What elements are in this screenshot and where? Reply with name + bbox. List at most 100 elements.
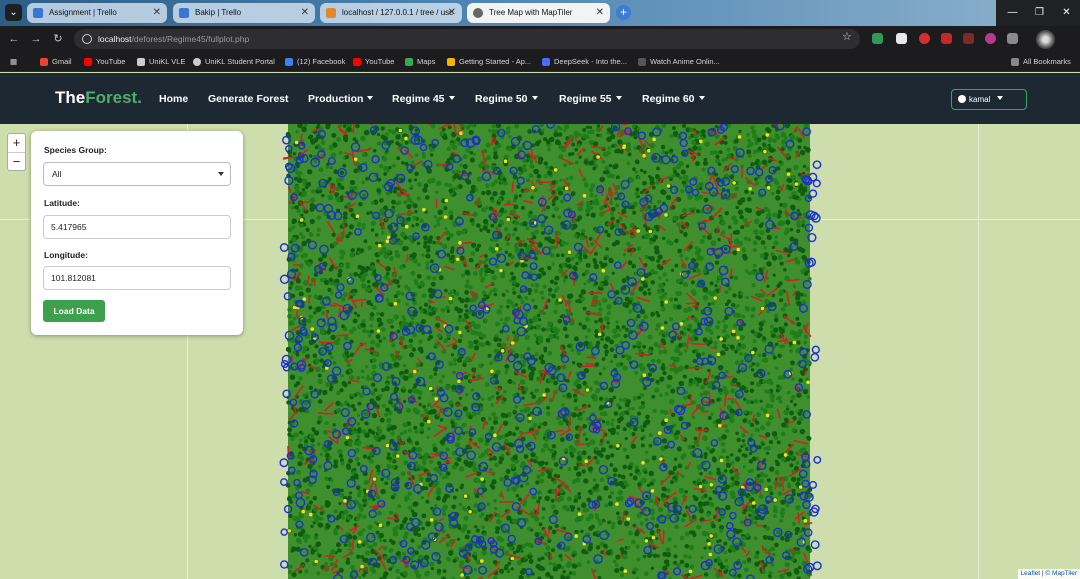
tree-marker — [468, 129, 474, 135]
tree-marker — [421, 293, 427, 299]
site-info-icon[interactable] — [82, 34, 92, 44]
nav-regime-60[interactable]: Regime 60 — [642, 93, 705, 105]
extension-icon[interactable] — [941, 33, 952, 44]
tree-marker — [719, 216, 724, 221]
tree-marker — [388, 567, 393, 571]
tree-marker — [696, 184, 701, 189]
url-bar[interactable]: localhost/deforest/Regime45/fullplot.php — [74, 29, 860, 49]
tree-marker — [571, 563, 578, 569]
bookmark-maps[interactable]: Maps — [405, 52, 435, 72]
tree-marker — [612, 334, 617, 339]
puzzle-icon[interactable] — [1007, 33, 1018, 44]
tree-marker — [311, 428, 316, 432]
tree-marker — [610, 422, 614, 427]
bookmark-getting-started[interactable]: Getting Started - Ap... — [447, 52, 531, 72]
tree-marker — [392, 189, 398, 194]
tree-marker — [456, 169, 461, 175]
tree-marker — [301, 188, 306, 192]
tree-marker — [750, 314, 755, 319]
browser-tab-tree-map[interactable]: Tree Map with MapTiler ✕ — [467, 3, 610, 23]
tree-marker — [483, 272, 488, 277]
tree-marker — [431, 392, 436, 397]
tree-marker — [642, 291, 648, 296]
close-icon[interactable]: ✕ — [448, 3, 456, 23]
tree-marker — [696, 145, 702, 152]
new-tab-button[interactable]: + — [616, 5, 631, 20]
pen-icon[interactable] — [896, 33, 907, 44]
forward-arrow-icon[interactable]: → — [28, 31, 44, 47]
tree-marker — [803, 340, 808, 345]
tree-marker — [603, 262, 608, 267]
bookmark-youtube-2[interactable]: YouTube — [353, 52, 394, 72]
close-icon[interactable]: ✕ — [153, 3, 161, 23]
all-bookmarks-folder[interactable]: All Bookmarks — [1011, 52, 1071, 72]
tree-marker — [573, 398, 578, 403]
bookmark-gmail[interactable]: Gmail — [40, 52, 72, 72]
tree-marker — [478, 455, 483, 459]
window-close-icon[interactable]: ✕ — [1053, 0, 1080, 26]
browser-tab-bakip[interactable]: Bakip | Trello ✕ — [173, 3, 315, 23]
user-menu-button[interactable]: kamal — [951, 89, 1027, 110]
browser-tab-assignment[interactable]: Assignment | Trello ✕ — [27, 3, 167, 23]
tree-marker — [662, 565, 668, 571]
extension-icon[interactable] — [872, 33, 883, 44]
tree-marker — [295, 254, 299, 258]
tree-marker — [569, 504, 574, 509]
tree-marker — [645, 414, 650, 420]
tree-marker — [357, 264, 363, 270]
bookmark-star-icon[interactable]: ☆ — [842, 30, 852, 43]
bookmark-anime[interactable]: Watch Anime Onlin... — [638, 52, 720, 72]
tree-marker — [765, 526, 770, 531]
extension-icon[interactable] — [919, 33, 930, 44]
tree-marker — [684, 283, 689, 287]
tree-marker — [695, 352, 702, 359]
tree-marker — [752, 339, 757, 344]
nav-home[interactable]: Home — [159, 93, 188, 105]
tree-marker — [761, 352, 767, 358]
minimize-icon[interactable]: — — [999, 0, 1026, 26]
tab-search-button[interactable]: ⌄ — [5, 4, 22, 21]
extension-icon[interactable] — [963, 33, 974, 44]
close-icon[interactable]: ✕ — [596, 3, 604, 23]
tree-marker — [402, 364, 407, 368]
nav-generate-forest[interactable]: Generate Forest — [208, 93, 289, 105]
tree-marker — [599, 477, 604, 483]
reload-icon[interactable]: ↻ — [50, 31, 66, 47]
apps-grid-icon[interactable]: ▦ — [10, 52, 17, 72]
bookmark-deepseek[interactable]: DeepSeek - Into the... — [542, 52, 627, 72]
tree-marker — [588, 160, 594, 166]
tree-marker — [631, 407, 635, 411]
tree-marker — [380, 134, 386, 139]
bookmark-youtube[interactable]: YouTube — [84, 52, 125, 72]
bookmark-unikl-portal[interactable]: UniKL Student Portal — [193, 52, 275, 72]
tree-marker — [758, 326, 763, 332]
bookmark-facebook[interactable]: (12) Facebook — [285, 52, 345, 72]
tree-marker — [545, 571, 551, 578]
tree-marker — [675, 291, 681, 296]
bookmark-label: YouTube — [96, 57, 126, 66]
tree-marker — [548, 561, 552, 566]
back-arrow-icon[interactable]: ← — [6, 31, 22, 47]
tree-marker — [365, 365, 369, 369]
extension-icon[interactable] — [985, 33, 996, 44]
avatar[interactable] — [1036, 30, 1055, 49]
tree-marker — [657, 344, 662, 349]
close-icon[interactable]: ✕ — [301, 3, 309, 23]
nav-regime-55[interactable]: Regime 55 — [559, 93, 622, 105]
browser-tab-phpmyadmin[interactable]: localhost / 127.0.0.1 / tree / usc ✕ — [320, 3, 462, 23]
nav-regime-45[interactable]: Regime 45 — [392, 93, 455, 105]
tree-marker — [740, 164, 744, 169]
tree-marker — [656, 358, 662, 364]
maximize-icon[interactable]: ❐ — [1026, 0, 1053, 26]
tree-plot-layer[interactable] — [274, 124, 826, 579]
tree-marker — [703, 197, 709, 203]
site-logo[interactable]: TheForest. — [55, 88, 142, 108]
tree-marker — [423, 240, 428, 245]
nav-production[interactable]: Production — [308, 93, 374, 105]
tree-marker — [573, 233, 578, 239]
tree-marker — [334, 192, 340, 197]
bookmark-unikl-vle[interactable]: UniKL VLE — [137, 52, 185, 72]
tree-marker — [431, 310, 436, 316]
nav-regime-50[interactable]: Regime 50 — [475, 93, 538, 105]
tree-marker — [588, 542, 593, 547]
